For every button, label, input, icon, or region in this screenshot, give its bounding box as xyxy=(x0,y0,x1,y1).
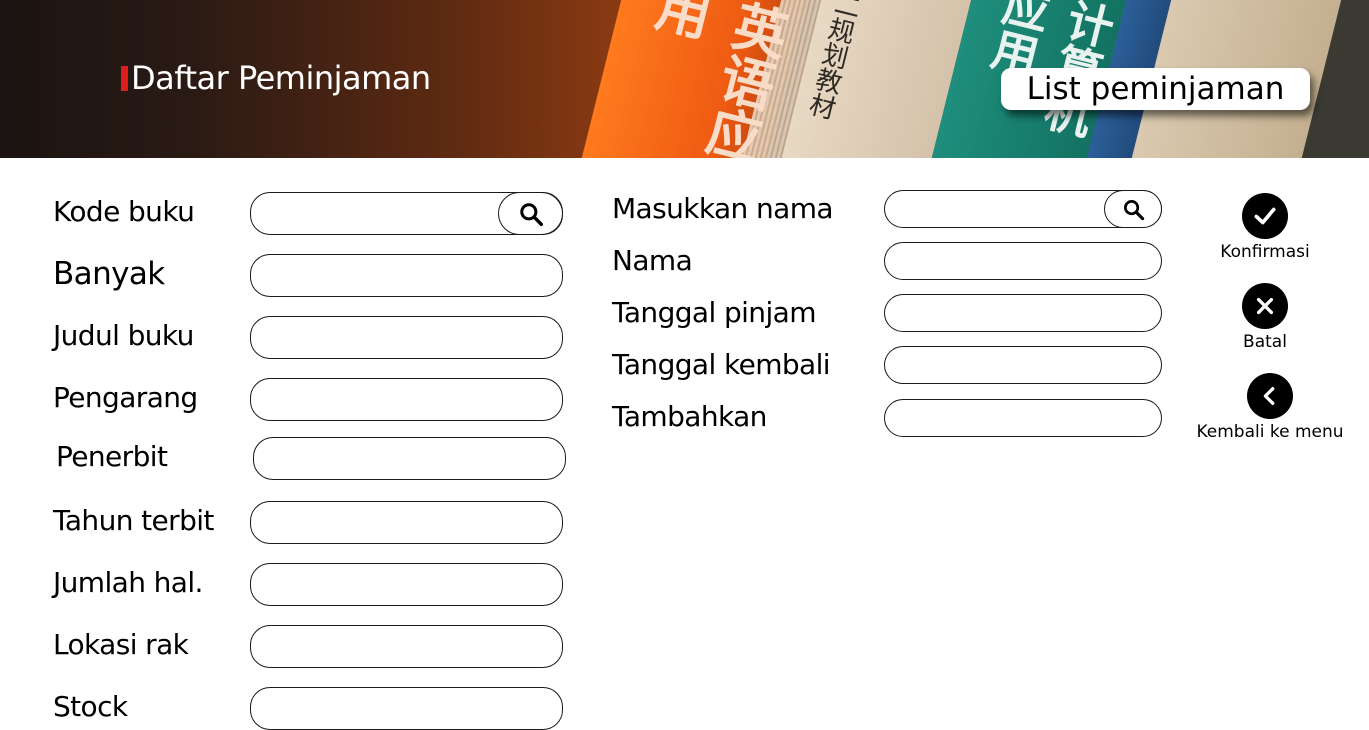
label-nama: Nama xyxy=(612,244,693,277)
label-judul-buku: Judul buku xyxy=(53,319,194,352)
label-lokasi-rak: Lokasi rak xyxy=(53,628,189,661)
back-button[interactable] xyxy=(1247,373,1293,419)
label-tambahkan: Tambahkan xyxy=(612,400,767,433)
label-kode-buku: Kode buku xyxy=(53,195,195,228)
confirm-button[interactable] xyxy=(1242,193,1288,239)
banyak-input[interactable] xyxy=(250,254,563,297)
check-icon xyxy=(1254,207,1276,225)
label-penerbit: Penerbit xyxy=(56,440,168,473)
header-banner: 英语应用 二规划教材 计算机应用 Daftar Peminjaman List … xyxy=(0,0,1369,158)
tanggal-kembali-input[interactable] xyxy=(884,346,1162,384)
chevron-left-icon xyxy=(1263,387,1275,405)
penerbit-input[interactable] xyxy=(253,437,566,480)
search-icon xyxy=(1123,199,1144,220)
tambahkan-input[interactable] xyxy=(884,399,1162,437)
tahun-terbit-input[interactable] xyxy=(250,501,563,544)
back-label[interactable]: Kembali ke menu xyxy=(1185,422,1355,442)
list-peminjaman-button[interactable]: List peminjaman xyxy=(1001,68,1310,110)
confirm-label[interactable]: Konfirmasi xyxy=(1205,242,1325,262)
label-pengarang: Pengarang xyxy=(53,381,198,414)
search-icon xyxy=(519,202,543,226)
label-jumlah-hal: Jumlah hal. xyxy=(53,566,203,599)
label-tahun-terbit: Tahun terbit xyxy=(53,504,214,537)
nama-input[interactable] xyxy=(884,242,1162,280)
page-title: Daftar Peminjaman xyxy=(131,59,431,97)
cancel-button[interactable] xyxy=(1242,283,1288,329)
label-masukkan-nama: Masukkan nama xyxy=(612,192,834,225)
close-icon xyxy=(1256,297,1274,315)
nama-search-button[interactable] xyxy=(1104,190,1162,228)
tanggal-pinjam-input[interactable] xyxy=(884,294,1162,332)
jumlah-hal-input[interactable] xyxy=(250,563,563,606)
lokasi-rak-input[interactable] xyxy=(250,625,563,668)
cancel-label[interactable]: Batal xyxy=(1205,332,1325,352)
stock-input[interactable] xyxy=(250,687,563,730)
pengarang-input[interactable] xyxy=(250,378,563,421)
title-accent-bar xyxy=(121,66,128,91)
label-tanggal-kembali: Tanggal kembali xyxy=(612,348,831,381)
kode-buku-search-button[interactable] xyxy=(498,192,563,235)
judul-buku-input[interactable] xyxy=(250,316,563,359)
label-tanggal-pinjam: Tanggal pinjam xyxy=(612,296,816,329)
label-stock: Stock xyxy=(53,690,128,723)
label-banyak: Banyak xyxy=(53,256,165,292)
